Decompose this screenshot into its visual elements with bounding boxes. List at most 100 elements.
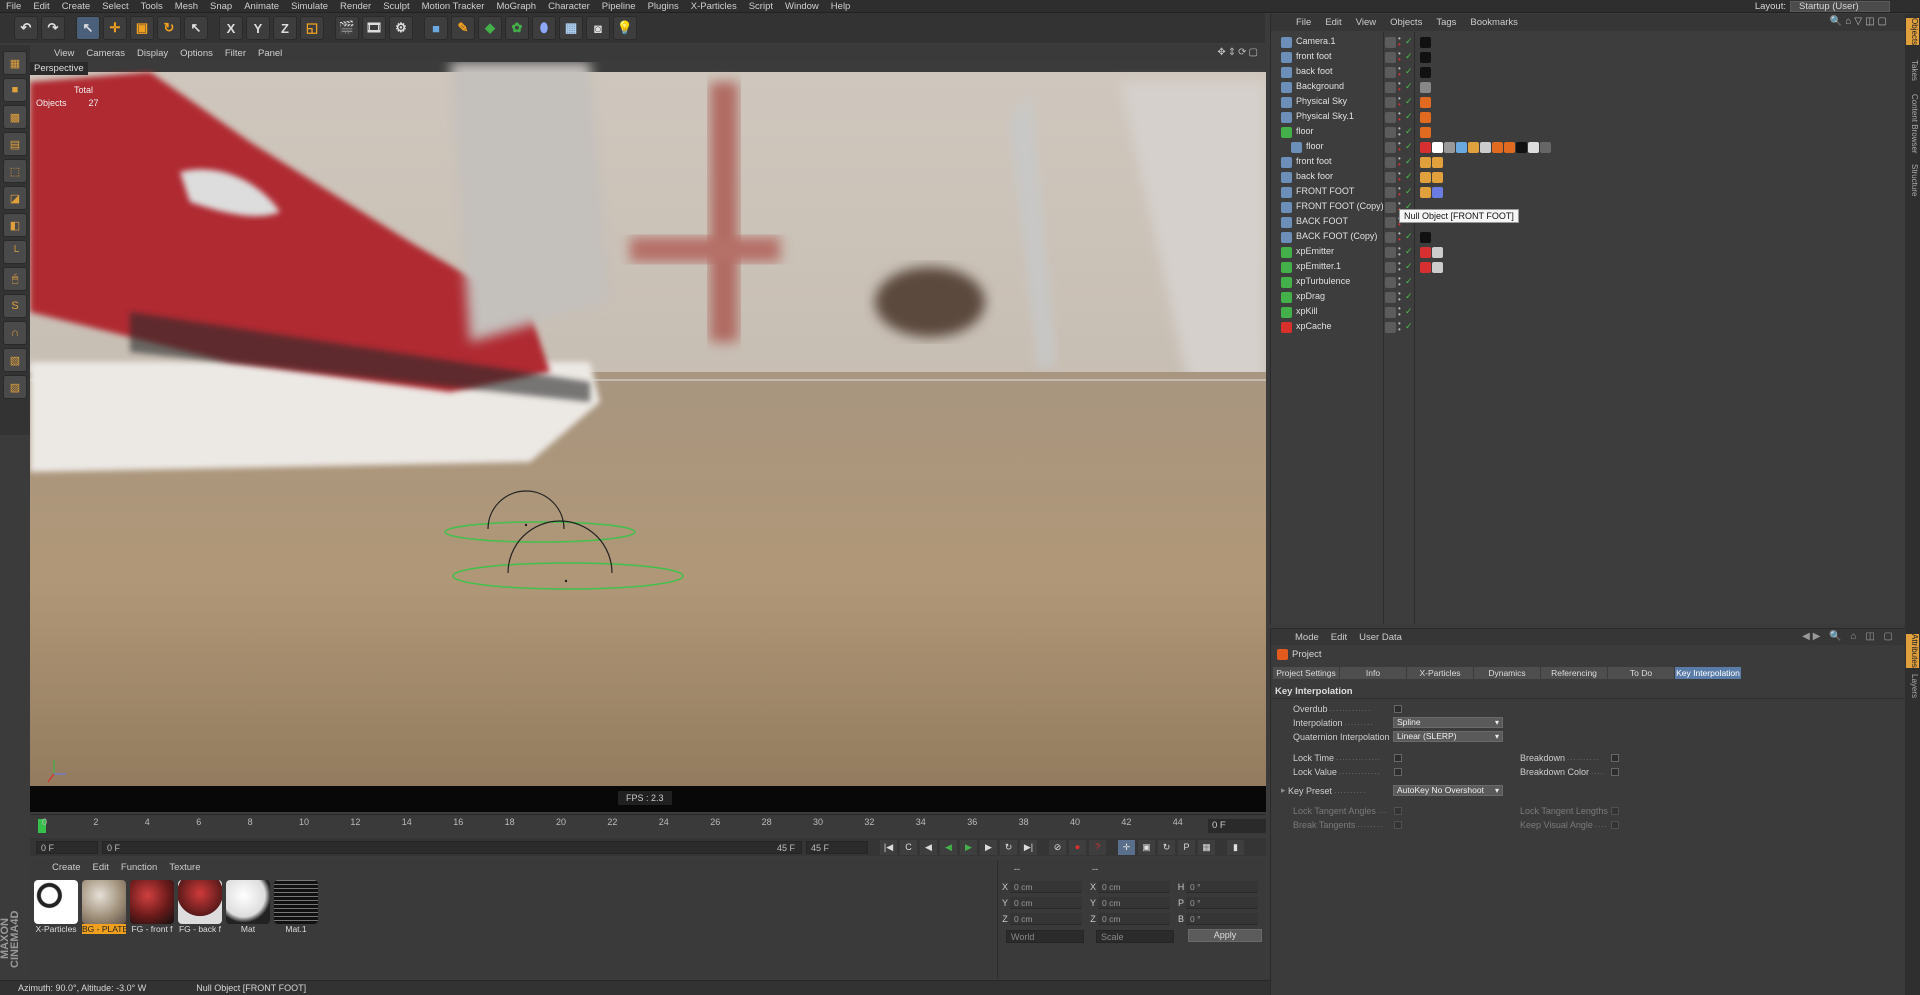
- object-tag-icon[interactable]: [1540, 142, 1551, 153]
- enabled-check-icon[interactable]: ✓: [1405, 141, 1413, 152]
- layer-icon[interactable]: [1385, 247, 1396, 258]
- object-tag-icon[interactable]: [1420, 187, 1431, 198]
- break-tangents-checkbox[interactable]: [1394, 821, 1402, 829]
- object-row[interactable]: front foot • • ✓: [1271, 155, 1906, 170]
- layer-icon[interactable]: [1385, 52, 1396, 63]
- pen-icon[interactable]: ✎: [451, 16, 475, 40]
- attribute-menu-item[interactable]: Mode: [1289, 632, 1325, 643]
- menu-item[interactable]: MoGraph: [490, 1, 542, 12]
- lock-value-checkbox[interactable]: [1394, 768, 1402, 776]
- object-row[interactable]: BACK FOOT (Copy) • • ✓: [1271, 230, 1906, 245]
- lock-time-checkbox[interactable]: [1394, 754, 1402, 762]
- visibility-dots-icon[interactable]: ••: [1398, 50, 1404, 64]
- object-tag-icon[interactable]: [1420, 97, 1431, 108]
- visibility-dots-icon[interactable]: ••: [1398, 155, 1404, 169]
- key-param-icon[interactable]: P: [1178, 839, 1195, 855]
- workplane-icon[interactable]: ▤: [3, 132, 27, 156]
- play-backward-icon[interactable]: ◀: [940, 839, 957, 855]
- object-row[interactable]: xpEmitter.1 • • ✓: [1271, 260, 1906, 275]
- camera-icon[interactable]: ◙: [586, 16, 610, 40]
- menu-item[interactable]: Help: [825, 1, 857, 12]
- material-swatch[interactable]: X-Particles: [34, 880, 78, 938]
- visibility-dots-icon[interactable]: ••: [1398, 305, 1404, 319]
- object-tag-icon[interactable]: [1420, 37, 1431, 48]
- layer-icon[interactable]: [1385, 142, 1396, 153]
- next-frame-icon[interactable]: ▶: [980, 839, 997, 855]
- object-tag-icon[interactable]: [1432, 247, 1443, 258]
- dock-tab[interactable]: Layers: [1906, 674, 1919, 698]
- layer-icon[interactable]: [1385, 157, 1396, 168]
- visibility-dots-icon[interactable]: ••: [1398, 185, 1404, 199]
- visibility-dots-icon[interactable]: ••: [1398, 290, 1404, 304]
- viewport-menu-item[interactable]: Panel: [252, 48, 288, 59]
- object-row[interactable]: floor • • ✓: [1271, 140, 1906, 155]
- object-row[interactable]: Physical Sky.1 • • ✓: [1271, 110, 1906, 125]
- visibility-dots-icon[interactable]: ••: [1398, 140, 1404, 154]
- scale-dropdown[interactable]: Scale: [1096, 929, 1174, 943]
- material-swatch[interactable]: FG - front f: [130, 880, 174, 938]
- object-row[interactable]: xpKill • • ✓: [1271, 305, 1906, 320]
- enabled-check-icon[interactable]: ✓: [1405, 321, 1413, 332]
- model-mode-icon[interactable]: ■: [3, 78, 27, 102]
- object-tag-icon[interactable]: [1420, 232, 1431, 243]
- layer-icon[interactable]: [1385, 67, 1396, 78]
- enabled-check-icon[interactable]: ✓: [1405, 231, 1413, 242]
- attribute-nav-icons[interactable]: ◀▶ 🔍 ⌂ ◫ ▢: [1802, 631, 1896, 642]
- attribute-menu-item[interactable]: User Data: [1353, 632, 1408, 643]
- layer-icon[interactable]: [1385, 37, 1396, 48]
- axis-mode-icon[interactable]: └: [3, 240, 27, 264]
- redo-icon[interactable]: ↷: [41, 16, 65, 40]
- key-scale-icon[interactable]: ▣: [1138, 839, 1155, 855]
- object-menu-item[interactable]: Edit: [1318, 17, 1348, 28]
- object-tag-icon[interactable]: [1420, 172, 1431, 183]
- object-tag-icon[interactable]: [1468, 142, 1479, 153]
- attribute-tab[interactable]: X-Particles: [1407, 667, 1473, 679]
- enabled-check-icon[interactable]: ✓: [1405, 51, 1413, 62]
- object-tag-icon[interactable]: [1492, 142, 1503, 153]
- axis-y-button[interactable]: Y: [246, 16, 270, 40]
- menu-item[interactable]: Simulate: [285, 1, 334, 12]
- viewport-nav-icons[interactable]: ✥⇕⟳▢: [1217, 47, 1266, 58]
- coord-value-field[interactable]: 0 cm: [1098, 881, 1170, 893]
- menu-item[interactable]: File: [0, 1, 27, 12]
- visibility-dots-icon[interactable]: ••: [1398, 80, 1404, 94]
- enabled-check-icon[interactable]: ✓: [1405, 156, 1413, 167]
- layer-icon[interactable]: [1385, 172, 1396, 183]
- viewport-menu-item[interactable]: Display: [131, 48, 174, 59]
- menu-item[interactable]: Render: [334, 1, 377, 12]
- lock-tangent-angles-checkbox[interactable]: [1394, 807, 1402, 815]
- object-tag-icon[interactable]: [1432, 142, 1443, 153]
- coord-value-field[interactable]: 0 cm: [1010, 897, 1082, 909]
- visibility-dots-icon[interactable]: ••: [1398, 170, 1404, 184]
- object-menu-item[interactable]: Tags: [1429, 17, 1463, 28]
- enabled-check-icon[interactable]: ✓: [1405, 186, 1413, 197]
- snap-icon[interactable]: S: [3, 294, 27, 318]
- object-row[interactable]: xpEmitter • • ✓: [1271, 245, 1906, 260]
- light-icon[interactable]: 💡: [613, 16, 637, 40]
- enabled-check-icon[interactable]: ✓: [1405, 111, 1413, 122]
- range-slider[interactable]: 0 F 45 F: [102, 840, 802, 854]
- menu-item[interactable]: Plugins: [642, 1, 685, 12]
- object-row[interactable]: floor • • ✓: [1271, 125, 1906, 140]
- visibility-dots-icon[interactable]: ••: [1398, 35, 1404, 49]
- object-tag-icon[interactable]: [1528, 142, 1539, 153]
- scale-tool-icon[interactable]: ▣: [130, 16, 154, 40]
- object-row[interactable]: xpTurbulence • • ✓: [1271, 275, 1906, 290]
- undo-icon[interactable]: ↶: [14, 16, 38, 40]
- coord-value-field[interactable]: 0 °: [1186, 913, 1258, 925]
- live-selection-icon[interactable]: ↖: [184, 16, 208, 40]
- menu-item[interactable]: Snap: [204, 1, 238, 12]
- breakdown-color-checkbox[interactable]: [1611, 768, 1619, 776]
- object-row[interactable]: back foot • • ✓: [1271, 65, 1906, 80]
- key-rotation-icon[interactable]: ↻: [1158, 839, 1175, 855]
- goto-end-icon[interactable]: ▶|: [1020, 839, 1037, 855]
- viewport-menu-item[interactable]: Filter: [219, 48, 252, 59]
- attribute-tab[interactable]: Referencing: [1541, 667, 1607, 679]
- key-preset-dropdown[interactable]: AutoKey No Overshoot: [1393, 785, 1503, 796]
- keyframe-selection-icon[interactable]: ?: [1089, 839, 1106, 855]
- attribute-menu-item[interactable]: Edit: [1325, 632, 1353, 643]
- current-frame-field[interactable]: 0 F: [1208, 819, 1266, 833]
- dock-tab[interactable]: Takes: [1906, 60, 1919, 81]
- layer-icon[interactable]: [1385, 322, 1396, 333]
- key-pla-icon[interactable]: ▦: [1198, 839, 1215, 855]
